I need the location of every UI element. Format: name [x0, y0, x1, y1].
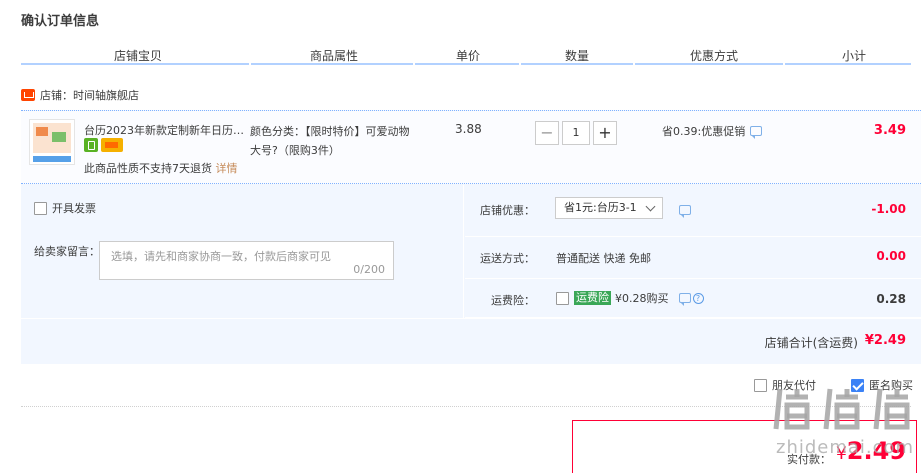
insurance-label: 运费险：	[491, 294, 535, 307]
anonymous-purchase-option[interactable]: 匿名购买	[851, 377, 913, 393]
invoice-checkbox[interactable]	[34, 201, 47, 215]
invoice-option[interactable]: 开具发票	[34, 200, 96, 216]
friend-pay-checkbox[interactable]	[754, 378, 767, 392]
quantity-decrease-button[interactable]: −	[535, 121, 559, 145]
unit-price: 3.88	[455, 122, 482, 136]
insurance-option[interactable]: 运费险 ¥0.28购买 ?	[556, 290, 704, 306]
insurance-checkbox[interactable]	[556, 291, 569, 305]
product-attributes: 颜色分类：【限时特价】可爱动物 大号?（限购3件）	[250, 125, 410, 157]
quantity-stepper: − 1 +	[535, 121, 617, 145]
column-header-shop-item: 店铺宝贝	[114, 49, 163, 63]
friend-pay-label: 朋友代付	[772, 379, 816, 392]
item-subtotal: 3.49	[873, 123, 906, 138]
shop-coupon-label: 店铺优惠：	[480, 204, 535, 217]
header-underline	[21, 63, 249, 65]
anonymous-purchase-checkbox[interactable]	[851, 378, 864, 392]
promo-chat-icon[interactable]	[750, 126, 763, 139]
seller-message-placeholder: 选填，请先和商家协商一致，付款后商家可见	[111, 250, 331, 263]
column-header-attributes: 商品属性	[310, 49, 359, 63]
order-panel: 台历2023年新款定制新年日历… 此商品性质不支持7天退货 详情 颜色分类：【限…	[21, 110, 921, 364]
payment-summary: 实付款： ¥2.49	[572, 420, 917, 473]
insurance-row: 运费险： 运费险 ¥0.28购买 ? 0.28	[465, 279, 921, 318]
header-underline	[521, 63, 633, 65]
shop-coupon-value: -1.00	[871, 202, 906, 216]
shop-row: 店铺：时间轴旗舰店	[21, 87, 139, 103]
column-header-subtotal: 小计	[842, 49, 867, 63]
insurance-price: ¥0.28购买	[615, 292, 669, 305]
insurance-chat-icon[interactable]	[678, 293, 691, 306]
shop-total-label: 店铺合计(含运费)	[764, 336, 858, 350]
anonymous-purchase-label: 匿名购买	[869, 379, 913, 392]
shipping-value: 0.00	[876, 249, 906, 263]
shop-coupon-row: 店铺优惠： 省1元:台历3-1 -1.00	[465, 185, 921, 237]
order-options-panel: 开具发票 给卖家留言： 选填，请先和商家协商一致，付款后商家可见 0/200	[21, 185, 464, 318]
page-title: 确认订单信息	[21, 14, 100, 29]
column-header-discount: 优惠方式	[690, 49, 739, 63]
shipping-row: 运送方式： 普通配送 快递 免邮 0.00	[465, 237, 921, 279]
coupon-chat-icon[interactable]	[679, 205, 691, 218]
no-return-notice: 此商品性质不支持7天退货 详情	[84, 162, 238, 175]
payment-label: 实付款：	[787, 453, 831, 466]
column-header-unit-price: 单价	[456, 49, 481, 63]
shop-name[interactable]: 店铺：时间轴旗舰店	[40, 87, 139, 103]
product-thumbnail[interactable]	[29, 119, 75, 165]
shop-total-value: ¥2.49	[864, 333, 906, 348]
help-icon[interactable]: ?	[692, 292, 704, 304]
shipping-method: 普通配送 快递 免邮	[556, 252, 651, 265]
header-underline	[635, 63, 783, 65]
quantity-increase-button[interactable]: +	[593, 121, 617, 145]
invoice-label: 开具发票	[52, 202, 96, 215]
column-header-quantity: 数量	[565, 49, 590, 63]
shipping-label: 运送方式：	[480, 252, 535, 265]
seller-message-label: 给卖家留言：	[34, 245, 100, 258]
shop-coupon-select[interactable]: 省1元:台历3-1	[555, 197, 663, 219]
payment-amount: ¥2.49	[835, 437, 906, 465]
shop-icon	[21, 89, 35, 101]
detail-link[interactable]: 详情	[216, 162, 238, 175]
divider	[21, 406, 911, 407]
header-underline	[251, 63, 413, 65]
insurance-tag: 运费险	[574, 291, 611, 305]
chevron-down-icon	[645, 201, 656, 212]
card-badge-icon[interactable]	[101, 138, 123, 152]
header-underline	[415, 63, 519, 65]
item-row: 台历2023年新款定制新年日历… 此商品性质不支持7天退货 详情 颜色分类：【限…	[21, 111, 921, 184]
friend-pay-option[interactable]: 朋友代付	[754, 377, 816, 393]
shop-total-row: 店铺合计(含运费) ¥2.49	[21, 318, 921, 365]
quantity-input[interactable]: 1	[562, 121, 590, 145]
seller-message-input[interactable]: 选填，请先和商家协商一致，付款后商家可见 0/200	[99, 241, 394, 280]
insurance-value: 0.28	[876, 292, 906, 306]
product-title-link[interactable]: 台历2023年新款定制新年日历…	[84, 122, 244, 138]
item-promotion: 省0.39:优惠促销	[662, 123, 763, 139]
header-underline	[785, 63, 911, 65]
service-badge-icon[interactable]	[84, 138, 98, 152]
seller-message-count: 0/200	[353, 263, 385, 276]
